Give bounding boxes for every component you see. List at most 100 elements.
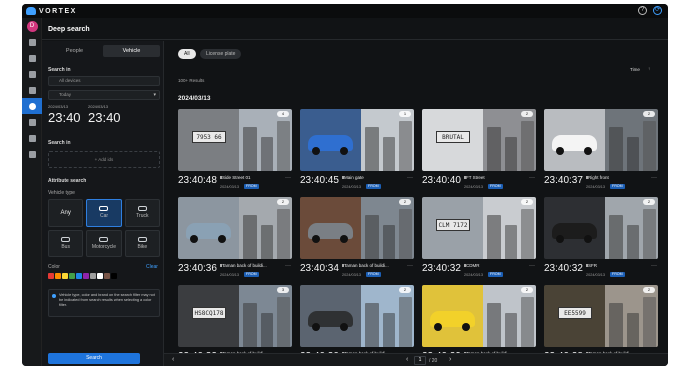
- vehicle-thumbnail[interactable]: EE5599: [544, 285, 605, 347]
- vehicle-type-bike[interactable]: Bike: [124, 229, 160, 257]
- result-card[interactable]: CLM 7172 2 23:40:32 CDMR 2024/03/13 FROM…: [422, 197, 536, 280]
- color-swatch[interactable]: [97, 273, 103, 279]
- vehicle-type-truck[interactable]: Truck: [124, 199, 160, 227]
- image-count-badge: 3: [277, 287, 289, 293]
- scene-thumbnail[interactable]: 2: [605, 285, 658, 347]
- status-icon[interactable]: ⟳: [653, 6, 662, 15]
- color-swatch[interactable]: [111, 273, 117, 279]
- from-tag[interactable]: FROM: [488, 272, 503, 277]
- scene-thumbnail[interactable]: 4: [239, 109, 292, 171]
- scene-thumbnail[interactable]: 2: [361, 285, 414, 347]
- building: [643, 121, 656, 171]
- building: [399, 121, 412, 171]
- scene-thumbnail[interactable]: 3: [239, 285, 292, 347]
- from-tag[interactable]: FROM: [244, 272, 259, 277]
- sort-arrow-icon[interactable]: ↑: [648, 66, 650, 71]
- nav-vehicles[interactable]: [22, 82, 42, 98]
- vehicle-type-any[interactable]: Any: [48, 199, 84, 227]
- vehicle-thumbnail[interactable]: 7953 66: [178, 109, 239, 171]
- from-tag[interactable]: FROM: [610, 272, 625, 277]
- nav-cameras[interactable]: [22, 50, 42, 66]
- color-swatch[interactable]: [90, 273, 96, 279]
- help-icon[interactable]: ?: [638, 6, 647, 15]
- vehicle-thumbnail[interactable]: HS8CQ178: [178, 285, 239, 347]
- vehicle-thumbnail[interactable]: BRUTAL: [422, 109, 483, 171]
- scene-thumbnail[interactable]: 2: [605, 109, 658, 171]
- vehicle-type-bus[interactable]: Bus: [48, 229, 84, 257]
- chevron-left-icon[interactable]: ‹: [172, 356, 174, 363]
- from-time[interactable]: 23:40: [48, 110, 81, 125]
- result-card[interactable]: BRUTAL 2 23:40:40 FT Street 2024/03/13 F…: [422, 109, 536, 192]
- color-swatch[interactable]: [62, 273, 68, 279]
- nav-avatar[interactable]: D: [22, 18, 42, 34]
- nav-settings[interactable]: [22, 146, 42, 162]
- tab-people[interactable]: People: [46, 45, 103, 57]
- nav-people[interactable]: [22, 66, 42, 82]
- wheel: [340, 235, 348, 243]
- color-swatch[interactable]: [48, 273, 54, 279]
- scene-thumbnail[interactable]: 2: [483, 197, 536, 259]
- clear-color-link[interactable]: Clear: [146, 264, 158, 270]
- to-time[interactable]: 23:40: [88, 110, 121, 125]
- from-tag[interactable]: FROM: [610, 184, 625, 189]
- nav-dashboard[interactable]: [22, 34, 42, 50]
- nav-deep-search[interactable]: [22, 98, 42, 114]
- scene-thumbnail[interactable]: 2: [361, 197, 414, 259]
- more-options-icon[interactable]: ···: [285, 263, 291, 269]
- color-swatch[interactable]: [83, 273, 89, 279]
- tab-vehicle[interactable]: Vehicle: [103, 45, 160, 57]
- from-tag[interactable]: FROM: [244, 184, 259, 189]
- result-card[interactable]: 7953 66 4 23:40:48 Side Street 01 2024/0…: [178, 109, 292, 192]
- more-options-icon[interactable]: ···: [651, 175, 657, 181]
- scene-thumbnail[interactable]: 2: [483, 109, 536, 171]
- from-tag[interactable]: FROM: [366, 272, 381, 277]
- result-card[interactable]: 1 23:40:45 Main gate 2024/03/13 FROM ···: [300, 109, 414, 192]
- vehicle-thumbnail[interactable]: [544, 197, 605, 259]
- more-options-icon[interactable]: ···: [407, 263, 413, 269]
- vehicle-thumbnail[interactable]: [300, 109, 361, 171]
- nav-alerts[interactable]: [22, 114, 42, 130]
- add-ids-button[interactable]: + Add ids: [48, 151, 160, 168]
- color-swatch[interactable]: [55, 273, 61, 279]
- vehicle-thumbnail[interactable]: [300, 197, 361, 259]
- more-options-icon[interactable]: ···: [285, 175, 291, 181]
- color-swatch[interactable]: [76, 273, 82, 279]
- from-tag[interactable]: FROM: [366, 184, 381, 189]
- result-card[interactable]: 2 23:40:37 Right front 2024/03/13 FROM ·…: [544, 109, 658, 192]
- building: [365, 127, 379, 171]
- nav-archive[interactable]: [22, 130, 42, 146]
- page-next-icon[interactable]: ›: [449, 356, 451, 363]
- vehicle-thumbnail[interactable]: [422, 285, 483, 347]
- from-tag[interactable]: FROM: [488, 184, 503, 189]
- scene-thumbnail[interactable]: 2: [605, 197, 658, 259]
- scene-thumbnail[interactable]: 2: [239, 197, 292, 259]
- result-card[interactable]: 2 23:40:34 Taman back of buildi... 2024/…: [300, 197, 414, 280]
- vehicle-thumbnail[interactable]: [544, 109, 605, 171]
- more-options-icon[interactable]: ···: [651, 263, 657, 269]
- vehicle-type-car[interactable]: Car: [86, 199, 122, 227]
- page-input[interactable]: 1: [414, 356, 426, 365]
- vehicle-type-motorcycle[interactable]: Motorcycle: [86, 229, 122, 257]
- device-select[interactable]: All devices: [48, 76, 160, 86]
- filter-all[interactable]: All: [178, 49, 196, 59]
- building: [627, 137, 639, 171]
- nav-rail: D: [22, 18, 42, 366]
- more-options-icon[interactable]: ···: [407, 175, 413, 181]
- more-options-icon[interactable]: ···: [529, 263, 535, 269]
- scene-thumbnail[interactable]: 2: [483, 285, 536, 347]
- vehicle-thumbnail[interactable]: [300, 285, 361, 347]
- page-prev-icon[interactable]: ‹: [406, 356, 408, 363]
- vehicle-thumbnail[interactable]: [178, 197, 239, 259]
- vehicle-thumbnail[interactable]: CLM 7172: [422, 197, 483, 259]
- color-swatch[interactable]: [104, 273, 110, 279]
- filter-license-plate[interactable]: License plate: [200, 49, 242, 59]
- result-card[interactable]: 2 23:40:32 SFR 2024/03/13 FROM ···: [544, 197, 658, 280]
- scene-thumbnail[interactable]: 1: [361, 109, 414, 171]
- image-count-badge: 2: [521, 111, 533, 117]
- search-button[interactable]: Search: [48, 353, 140, 364]
- result-card[interactable]: 2 23:40:36 Taman back of buildi... 2024/…: [178, 197, 292, 280]
- sort-time[interactable]: Time: [630, 67, 640, 72]
- more-options-icon[interactable]: ···: [529, 175, 535, 181]
- color-swatch[interactable]: [69, 273, 75, 279]
- range-select[interactable]: Today ▾: [48, 90, 160, 100]
